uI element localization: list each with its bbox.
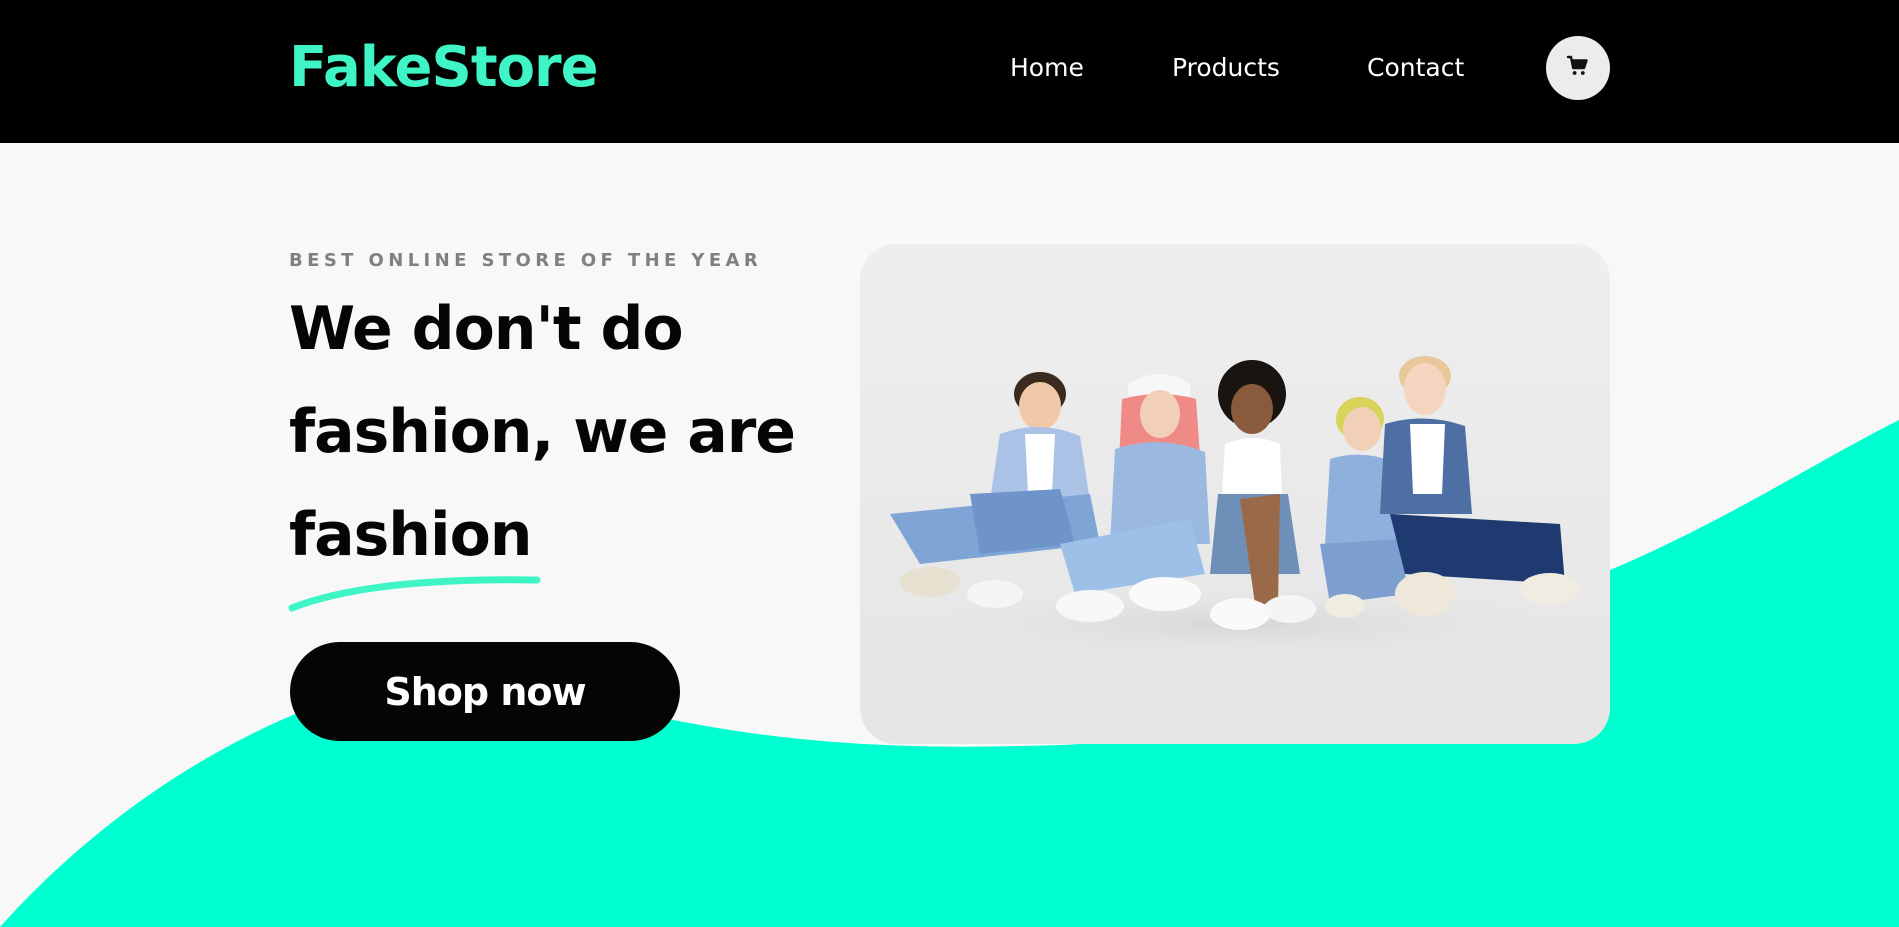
headline-line-1: We don't do xyxy=(289,294,684,364)
nav-link-products[interactable]: Products xyxy=(1172,48,1280,88)
headline-line-2: fashion, we are xyxy=(289,397,796,467)
shopping-cart-icon xyxy=(1566,54,1590,82)
cart-button[interactable] xyxy=(1546,36,1610,100)
hero-eyebrow: BEST ONLINE STORE OF THE YEAR xyxy=(289,250,763,271)
page: FakeStore Home Products Contact BEST ONL… xyxy=(0,0,1899,927)
logo[interactable]: FakeStore xyxy=(289,30,599,106)
person-5 xyxy=(1380,356,1580,616)
hero-image xyxy=(860,244,1610,744)
shop-now-button[interactable]: Shop now xyxy=(290,642,680,741)
headline-underline xyxy=(288,576,541,612)
person-1 xyxy=(890,372,1100,608)
nav-link-contact[interactable]: Contact xyxy=(1367,48,1464,88)
site-header: FakeStore Home Products Contact xyxy=(0,0,1899,143)
hero-headline: We don't do fashion, we are fashion xyxy=(289,278,849,587)
nav-link-home[interactable]: Home xyxy=(1010,48,1084,88)
